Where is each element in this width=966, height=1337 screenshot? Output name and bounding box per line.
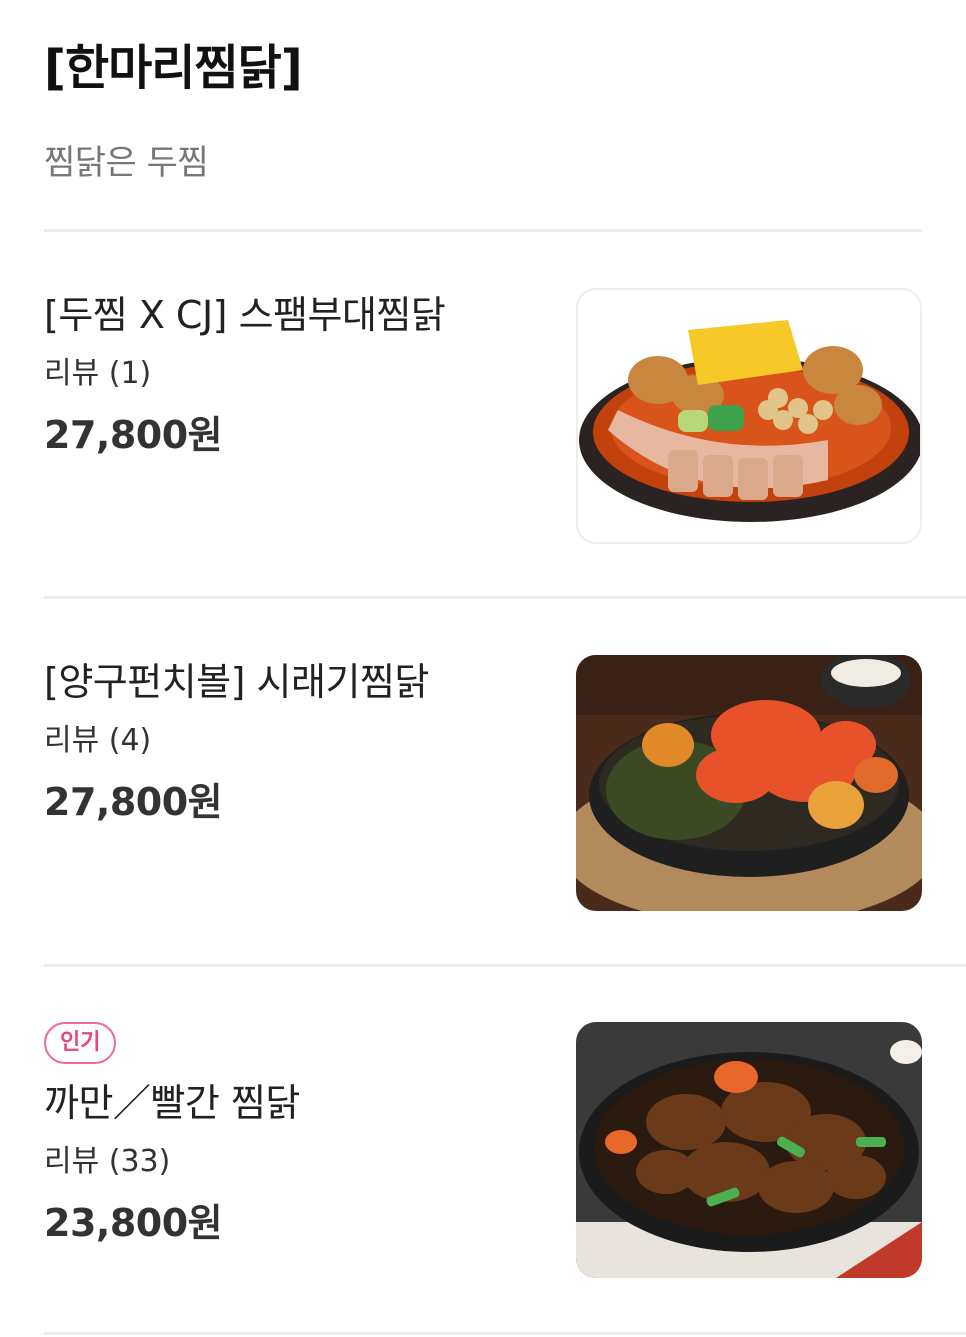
menu-item-info: [양구펀치볼] 시래기찜닭 리뷰 (4) 27,800원 bbox=[44, 655, 429, 829]
menu-item-info: [두찜 X CJ] 스팸부대찜닭 리뷰 (1) 27,800원 bbox=[44, 288, 446, 462]
menu-item-spam-budae-jjimdak[interactable]: [두찜 X CJ] 스팸부대찜닭 리뷰 (1) 27,800원 bbox=[44, 288, 922, 544]
menu-item-thumbnail[interactable] bbox=[576, 655, 922, 911]
menu-item-name: [두찜 X CJ] 스팸부대찜닭 bbox=[44, 293, 446, 337]
menu-item-review-count: 리뷰 (33) bbox=[44, 1144, 171, 1179]
divider bbox=[44, 1332, 966, 1335]
menu-item-thumbnail[interactable] bbox=[576, 1022, 922, 1278]
divider bbox=[44, 964, 966, 967]
menu-item-thumbnail[interactable] bbox=[576, 288, 922, 544]
menu-item-kkaman-ppalgan-jjimdak[interactable]: 인기 까만／빨간 찜닭 리뷰 (33) 23,800원 bbox=[44, 1022, 922, 1278]
menu-item-price: 23,800원 bbox=[44, 1201, 223, 1245]
menu-item-name: 까만／빨간 찜닭 bbox=[44, 1081, 300, 1125]
section-title: [한마리찜닭] bbox=[44, 40, 303, 96]
menu-item-price: 27,800원 bbox=[44, 413, 223, 457]
section-header: [한마리찜닭] 찜닭은 두찜 bbox=[44, 32, 922, 183]
popular-badge: 인기 bbox=[44, 1022, 117, 1064]
divider bbox=[44, 596, 966, 599]
menu-item-review-count: 리뷰 (4) bbox=[44, 723, 152, 758]
menu-item-info: 인기 까만／빨간 찜닭 리뷰 (33) 23,800원 bbox=[44, 1022, 300, 1250]
menu-item-name: [양구펀치볼] 시래기찜닭 bbox=[44, 660, 429, 704]
menu-item-siraegi-jjimdak[interactable]: [양구펀치볼] 시래기찜닭 리뷰 (4) 27,800원 bbox=[44, 655, 922, 911]
menu-item-review-count: 리뷰 (1) bbox=[44, 356, 152, 391]
section-description: 찜닭은 두찜 bbox=[44, 143, 209, 183]
menu-item-price: 27,800원 bbox=[44, 780, 223, 824]
divider bbox=[44, 229, 922, 232]
